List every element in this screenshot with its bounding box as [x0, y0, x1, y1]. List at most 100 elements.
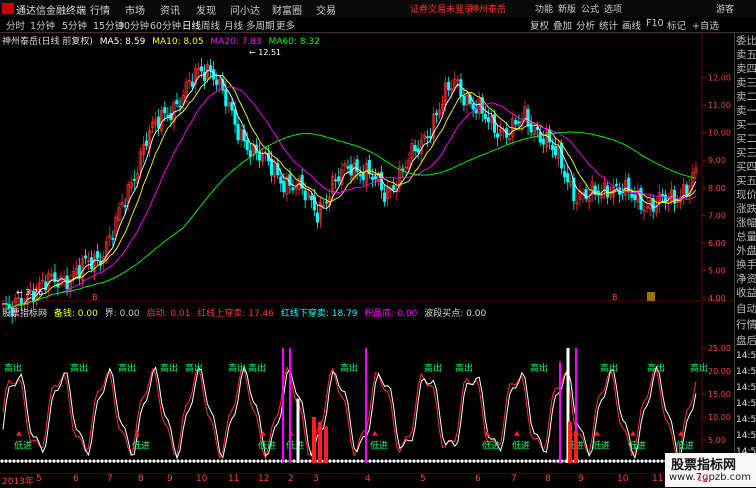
period-more[interactable]: 更多: [276, 18, 295, 32]
baseline-dot: [120, 459, 124, 463]
sell-signal-label: 高出: [424, 362, 442, 374]
baseline-dot: [0, 459, 4, 463]
tool-add-watchlist[interactable]: +自选: [692, 18, 719, 32]
candle-body: [248, 150, 252, 157]
quote-side-panel: 委比 卖五 卖四 卖三 卖二 卖一 买一 买二 买三 买四 买五 现价 涨跌 涨幅 总量 外盘 换手 净资 收益 自动…: [734, 33, 756, 487]
side-item-21[interactable]: 盘后: [736, 333, 756, 348]
baseline-dot: [532, 459, 536, 463]
buy-arrow-icon: [16, 430, 22, 436]
baseline-dot: [540, 459, 544, 463]
menu-market[interactable]: 市场: [125, 2, 145, 17]
candle-body: [224, 89, 228, 107]
baseline-dot: [168, 459, 172, 463]
baseline-dot: [384, 459, 388, 463]
baseline-dot: [104, 459, 108, 463]
date-label: 10: [617, 474, 629, 484]
baseline-dot: [164, 459, 168, 463]
side-item-14: 总量: [736, 231, 756, 243]
side-item-15: 外盘: [736, 245, 756, 257]
baseline-dot: [656, 459, 660, 463]
side-item-19[interactable]: 自动: [736, 301, 756, 316]
baseline-dot: [420, 459, 424, 463]
tool-mark[interactable]: 标记: [667, 18, 686, 32]
candle-body: [163, 107, 167, 114]
period-30min[interactable]: 30分钟: [118, 18, 149, 32]
login-notice[interactable]: 证券交易未登录: [410, 2, 473, 15]
side-item-23: 14:56: [736, 367, 756, 377]
menu-wenxiaoda[interactable]: 问小达: [230, 2, 260, 17]
period-daily[interactable]: 日线: [182, 18, 201, 32]
baseline-dot: [292, 459, 296, 463]
guest-label[interactable]: 游客: [716, 2, 734, 15]
tool-draw[interactable]: 画线: [622, 18, 641, 32]
side-item-1: 卖五: [736, 49, 756, 61]
baseline-dot: [600, 459, 604, 463]
hongxian-down-value: 红线下穿卖: 18.79: [280, 309, 358, 319]
baseline-dot: [28, 459, 32, 463]
candle-body: [370, 176, 374, 180]
buy-signal-label: 低进: [482, 439, 500, 451]
menu-trade[interactable]: 交易: [316, 2, 336, 17]
period-multi[interactable]: 多周期: [246, 18, 275, 32]
candle-body: [83, 255, 87, 259]
menu-options[interactable]: 选项: [604, 2, 622, 15]
period-monthly[interactable]: 月线: [224, 18, 243, 32]
menu-wealth[interactable]: 财富圈: [272, 2, 302, 17]
date-label: 8: [545, 474, 551, 484]
indicator-legend: 股票指标网 备钱: 0.00 界: 0.00 启动: 0.01 红线上穿卖: 1…: [2, 306, 486, 319]
tool-overlay[interactable]: 叠加: [553, 18, 572, 32]
period-1min[interactable]: 1分钟: [30, 18, 55, 32]
period-fenshi[interactable]: 分时: [6, 18, 25, 32]
buy-signal-label: 低进: [286, 439, 304, 451]
candle-body: [529, 123, 533, 133]
period-60min[interactable]: 60分钟: [150, 18, 181, 32]
price-tick-label: 7.00: [708, 211, 726, 220]
baseline-dot: [52, 459, 56, 463]
tool-analysis[interactable]: 分析: [576, 18, 595, 32]
baseline-dot: [448, 459, 452, 463]
side-item-20[interactable]: 行情: [736, 317, 756, 332]
baseline-dot: [516, 459, 520, 463]
period-5min[interactable]: 5分钟: [62, 18, 87, 32]
buy-signal-label: 低进: [132, 439, 150, 451]
indicator-title: 股票指标网: [2, 309, 48, 319]
baseline-dot: [616, 459, 620, 463]
chart-canvas[interactable]: 12.00 11.00 10.00 9.00 8.00 7.00 6.00 5.00 4.00 ←…: [0, 32, 734, 473]
baseline-dot: [156, 459, 160, 463]
watermark-url: www.7gpzb.com: [669, 472, 751, 483]
candle-body: [334, 179, 338, 182]
baseline-dot: [640, 459, 644, 463]
baseline-dot: [608, 459, 612, 463]
tool-stats[interactable]: 统计: [599, 18, 618, 32]
menu-formula[interactable]: 公式: [581, 2, 599, 15]
date-label: 7: [511, 474, 517, 484]
indicator-tick-label: 10.00: [708, 413, 731, 422]
beiqian-value: 备钱: 0.00: [53, 309, 98, 319]
baseline-dot: [628, 459, 632, 463]
baseline-dot: [304, 459, 308, 463]
signal-block: [324, 426, 328, 463]
menu-newversion[interactable]: 新版: [558, 2, 576, 15]
menu-function[interactable]: 功能: [535, 2, 553, 15]
side-item-5: 卖一: [736, 105, 756, 117]
tool-fuquan[interactable]: 复权: [530, 18, 549, 32]
watermark-title: 股票指标网: [671, 458, 737, 473]
baseline-dot: [76, 459, 80, 463]
baseline-dot: [500, 459, 504, 463]
baseline-dot: [388, 459, 392, 463]
tool-f10[interactable]: F10: [646, 18, 664, 29]
candle-body: [19, 298, 23, 306]
period-weekly[interactable]: 周线: [201, 18, 220, 32]
menu-quotes[interactable]: 行情: [90, 2, 110, 17]
candle-body: [337, 176, 341, 182]
baseline-dot: [408, 459, 412, 463]
chart-area[interactable]: 12.00 11.00 10.00 9.00 8.00 7.00 6.00 5.00 4.00 ←…: [0, 32, 734, 473]
baseline-dot: [440, 459, 444, 463]
baseline-dot: [176, 459, 180, 463]
candle-body: [346, 166, 350, 169]
baseline-dot: [524, 459, 528, 463]
baseline-dot: [48, 459, 52, 463]
menu-discover[interactable]: 发现: [196, 2, 216, 17]
menu-news[interactable]: 资讯: [160, 2, 180, 17]
buy-signal-label: 低进: [512, 439, 530, 451]
